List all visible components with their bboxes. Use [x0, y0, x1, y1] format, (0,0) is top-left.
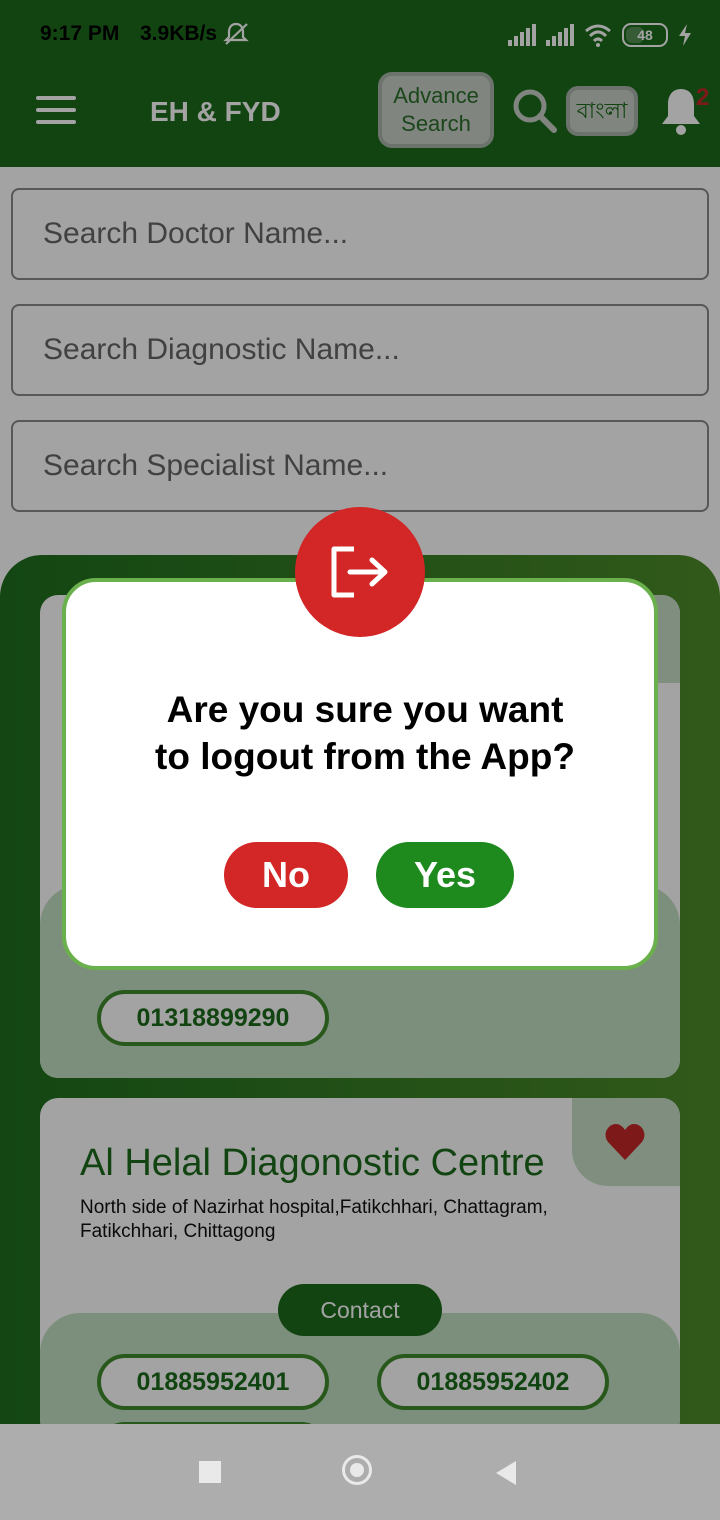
- home-button[interactable]: [342, 1455, 372, 1485]
- logout-icon: [331, 546, 388, 598]
- recents-button[interactable]: [199, 1461, 221, 1483]
- logout-badge: [295, 507, 425, 637]
- dialog-message-line2: to logout from the App?: [155, 736, 575, 777]
- dialog-message: Are you sure you want to logout from the…: [92, 686, 638, 780]
- yes-button[interactable]: Yes: [376, 842, 514, 908]
- dialog-message-line1: Are you sure you want: [166, 689, 564, 730]
- no-button[interactable]: No: [224, 842, 348, 908]
- back-button[interactable]: [494, 1459, 518, 1487]
